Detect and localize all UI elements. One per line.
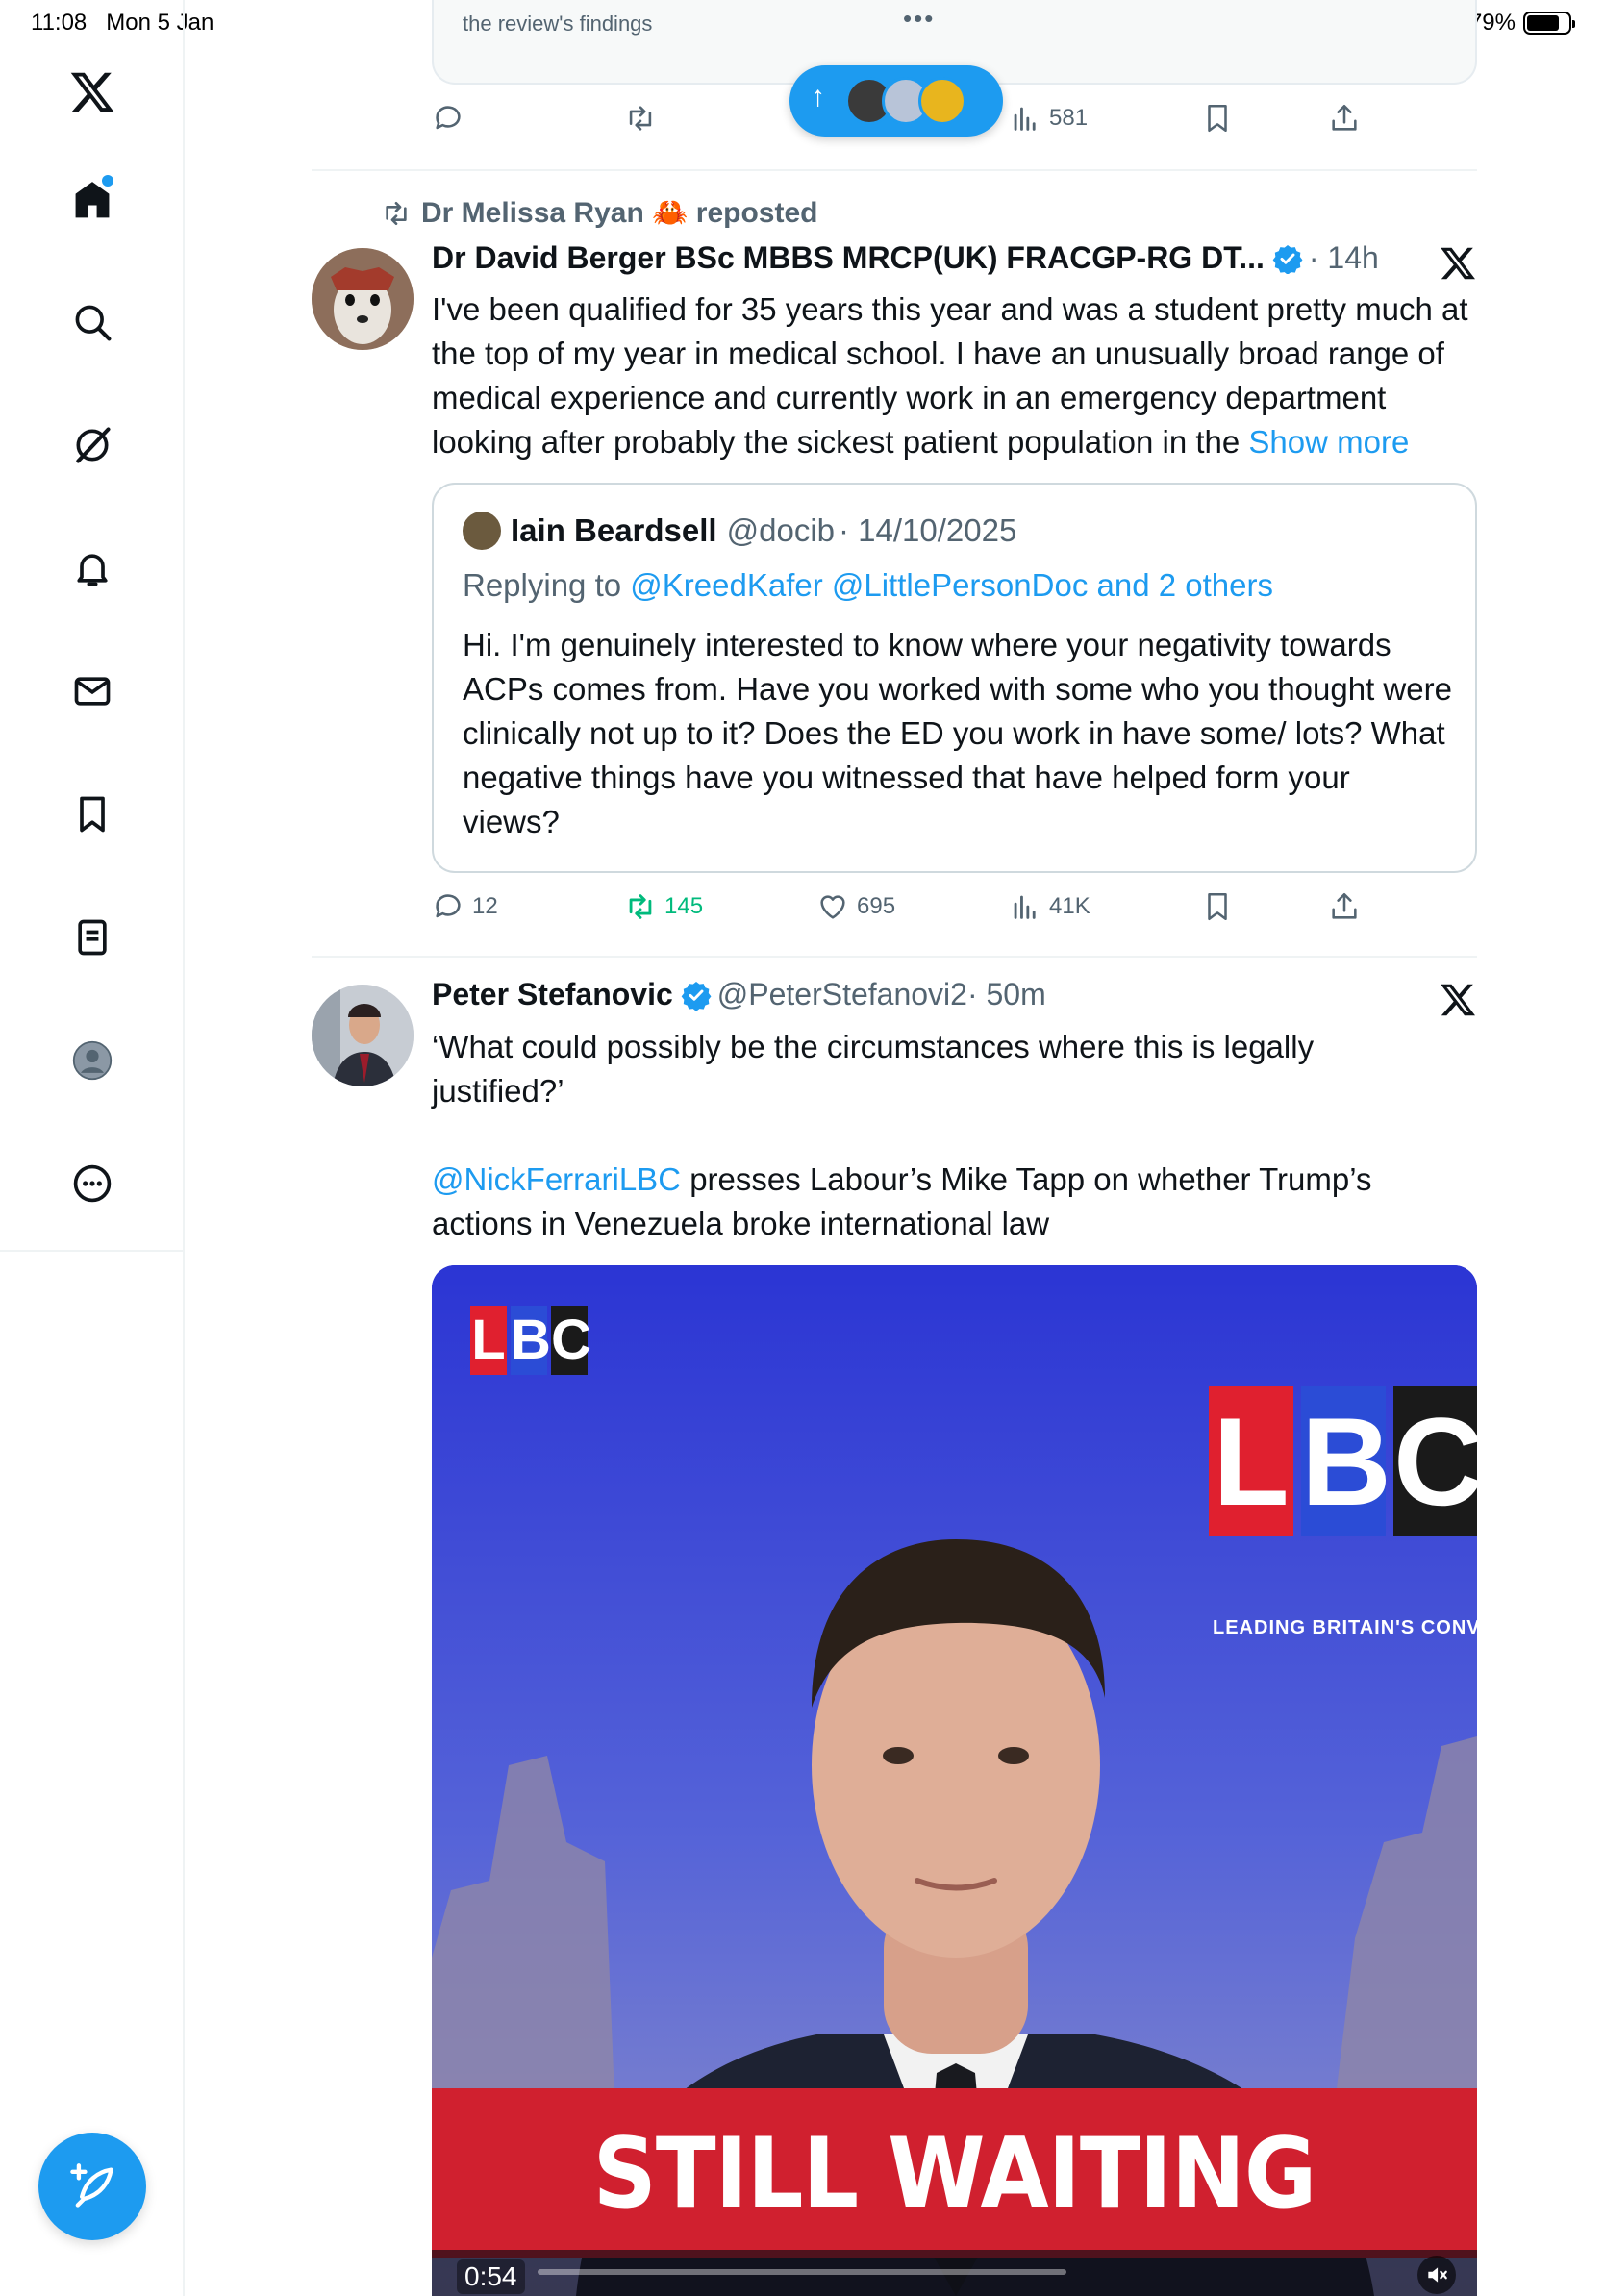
replying-to-users-link[interactable]: @KreedKafer @LittlePersonDoc and 2 other… [630,567,1273,603]
repost-count: 145 [664,893,704,919]
sidebar-nav [0,0,185,2296]
views-stat[interactable]: 41K [1009,890,1090,923]
lbc-logo-large: L B C [1209,1386,1477,1536]
x-logo-icon[interactable] [63,63,121,121]
quote-text: Hi. I'm genuinely interested to know whe… [463,627,1452,839]
tweet-text: ‘What could possibly be the circumstance… [432,1025,1393,1246]
sidebar-divider [0,1250,185,1252]
tweet-header: Peter Stefanovic @PeterStefanovi2 · 50m [432,977,1046,1012]
repost-icon [629,106,652,131]
video-player[interactable]: L B C L B C LEADING BRITAIN'S CONVERSATI… [432,1265,1477,2296]
lbc-tagline: LEADING BRITAIN'S CONVERSATIO [1213,1617,1477,1638]
tweet-divider [312,169,1477,171]
repost-icon [629,894,652,919]
tweet-text: I've been qualified for 35 years this ye… [432,287,1477,464]
quote-handle: @docib [726,512,835,548]
tweet-time[interactable]: · 50m [967,977,1046,1012]
arrow-up-icon: ↑ [811,81,825,112]
views-count: 41K [1049,893,1090,919]
pill-avatar [918,77,966,125]
views-icon [1014,107,1036,131]
more-dots[interactable]: ••• [903,4,935,34]
tweet-body-text: @NickFerrariLBC presses Labour’s Mike Ta… [432,1161,1372,1241]
share-icon [1332,104,1357,131]
mention-link[interactable]: @NickFerrariLBC [432,1161,681,1197]
tweet-body-quote: ‘What could possibly be the circumstance… [432,1029,1315,1109]
author-handle[interactable]: @PeterStefanovi2 [717,977,967,1012]
x-logo-icon[interactable] [1439,244,1477,283]
author-name[interactable]: Peter Stefanovic [432,977,673,1012]
muted-speaker-icon [1428,2267,1447,2283]
quote-avatar [463,512,501,550]
quoted-tweet[interactable]: Iain Beardsell @docib · 14/10/2025 Reply… [432,483,1477,873]
reply-count: 12 [472,893,498,919]
more-icon[interactable] [63,1155,121,1212]
share-button[interactable] [1328,890,1361,923]
bookmark-icon [1208,104,1227,133]
replying-to: Replying to @KreedKafer @LittlePersonDoc… [463,567,1273,603]
reply-button[interactable]: 12 [432,890,498,923]
link-card-title: the review's findings [463,12,653,36]
views-stat[interactable]: 581 [1009,102,1088,135]
battery-icon [1523,12,1575,35]
quote-author-name: Iain Beardsell [511,512,717,548]
heart-icon [820,895,845,919]
tweet-time[interactable]: · 14h [1309,240,1379,276]
reposted-by-text: Dr Melissa Ryan 🦀 reposted [421,197,818,229]
tweet-header: Dr David Berger BSc MBBS MRCP(UK) FRACGP… [432,240,1379,276]
notification-dot [102,175,113,187]
notifications-bell-icon[interactable] [63,539,121,597]
grok-icon[interactable] [63,416,121,474]
quote-header: Iain Beardsell @docib · 14/10/2025 [463,512,1016,550]
avatar[interactable] [312,985,414,1086]
author-name[interactable]: Dr David Berger BSc MBBS MRCP(UK) FRACGP… [432,240,1265,276]
verified-badge-icon [681,981,712,1011]
bookmark-button[interactable] [1201,102,1234,135]
x-logo-icon[interactable] [1439,981,1477,1019]
compose-feather-icon [70,2163,113,2208]
repost-button[interactable] [624,102,657,135]
like-count: 695 [857,893,896,919]
repost-button[interactable]: 145 [624,890,703,923]
like-button[interactable]: 695 [816,890,895,923]
search-icon[interactable] [63,293,121,351]
lists-icon[interactable] [63,909,121,966]
repost-icon [386,201,407,225]
video-controls: 0:54 [432,2250,1477,2296]
share-button[interactable] [1328,102,1361,135]
lbc-logo-small: L B C [470,1306,591,1375]
profile-avatar-icon[interactable] [63,1032,121,1089]
tweet-divider [312,956,1477,958]
home-icon[interactable] [63,171,121,229]
compose-button[interactable] [38,2133,146,2240]
verified-badge-icon [1272,244,1303,274]
avatar[interactable] [312,248,414,350]
reply-icon [436,106,461,130]
mute-button[interactable] [1417,2256,1456,2294]
quote-date: · 14/10/2025 [839,512,1017,548]
caption-banner: STILL WAITING [432,2088,1477,2258]
video-progress-bar[interactable] [538,2269,1066,2275]
bookmark-icon [1208,892,1227,921]
tweet-actions: 12 145 695 41K [432,890,1357,933]
views-count: 581 [1049,105,1089,131]
bookmark-button[interactable] [1201,890,1234,923]
bookmarks-icon[interactable] [63,786,121,843]
views-icon [1014,895,1036,919]
show-more-link[interactable]: Show more [1248,424,1409,460]
reply-icon [436,894,461,918]
new-posts-pill[interactable]: ↑ [789,65,1003,137]
repost-context[interactable]: Dr Melissa Ryan 🦀 reposted [381,196,818,230]
share-icon [1332,892,1357,919]
reply-button[interactable] [432,102,464,135]
messages-envelope-icon[interactable] [63,662,121,720]
video-duration: 0:54 [457,2259,525,2294]
